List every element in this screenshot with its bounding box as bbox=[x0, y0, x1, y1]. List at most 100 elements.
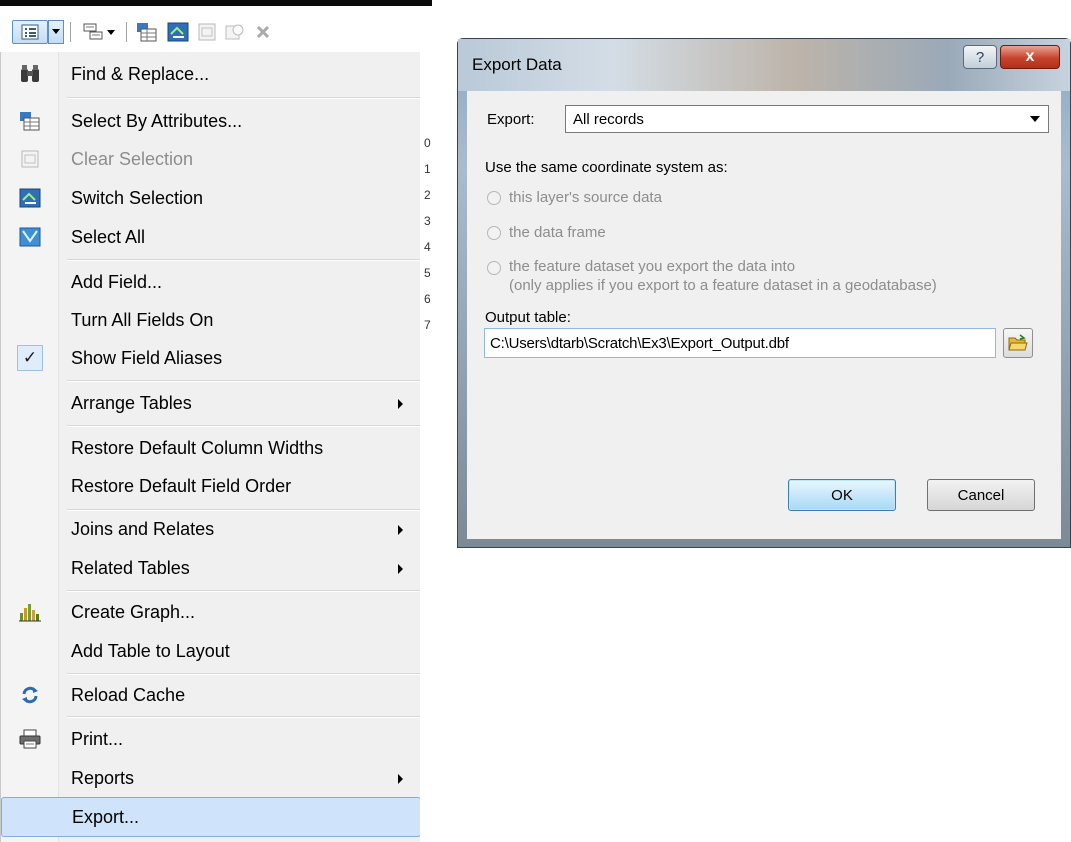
select-all-icon bbox=[19, 227, 41, 247]
background-row-id: 3 bbox=[424, 214, 431, 228]
menu-item-arrange-tables[interactable]: Arrange Tables bbox=[1, 384, 421, 422]
toolbar-separator bbox=[126, 22, 127, 42]
close-button[interactable]: x bbox=[1000, 45, 1060, 69]
menu-item-add-field[interactable]: Add Field... bbox=[1, 263, 421, 301]
menu-item-label: Restore Default Field Order bbox=[71, 475, 292, 496]
menu-item-label: Switch Selection bbox=[71, 187, 204, 208]
menu-item-find-replace[interactable]: Find & Replace... bbox=[1, 55, 421, 93]
switch-selection-button[interactable] bbox=[163, 19, 193, 45]
submenu-arrow-icon bbox=[398, 564, 403, 574]
table-toolbar bbox=[0, 0, 432, 44]
background-row-id: 4 bbox=[424, 240, 431, 254]
related-tables-button[interactable] bbox=[78, 19, 120, 45]
menu-item-add-table-to-layout[interactable]: Add Table to Layout bbox=[1, 632, 421, 670]
background-row-id: 1 bbox=[424, 162, 431, 176]
clear-selection-icon bbox=[198, 23, 216, 41]
menu-item-print[interactable]: Print... bbox=[1, 720, 421, 758]
menu-item-label: Select By Attributes... bbox=[71, 110, 243, 131]
menu-item-create-graph[interactable]: Create Graph... bbox=[1, 593, 421, 631]
menu-item-export[interactable]: Export... bbox=[1, 797, 421, 837]
export-label: Export: bbox=[487, 111, 535, 128]
select-by-attributes-button[interactable] bbox=[132, 19, 162, 45]
menu-item-label: Find & Replace... bbox=[71, 63, 210, 84]
export-data-dialog: Export Data ? x Export: All records Use … bbox=[457, 38, 1071, 548]
check-mark-icon: ✓ bbox=[17, 345, 43, 371]
menu-separator bbox=[67, 380, 421, 382]
radio-data-frame bbox=[487, 226, 501, 240]
dialog-body: Export: All records Use the same coordin… bbox=[467, 91, 1061, 539]
menu-separator bbox=[67, 259, 421, 261]
table-options-dropdown[interactable] bbox=[48, 20, 64, 44]
menu-item-label: Related Tables bbox=[71, 557, 190, 578]
dropdown-arrow-icon bbox=[52, 29, 60, 34]
radio-data-frame-label: the data frame bbox=[509, 224, 606, 241]
menu-item-related-tables[interactable]: Related Tables bbox=[1, 549, 421, 587]
menu-item-restore-column-widths[interactable]: Restore Default Column Widths bbox=[1, 429, 421, 467]
zoom-to-selected-button bbox=[221, 19, 249, 45]
menu-item-select-by-attributes[interactable]: Select By Attributes... bbox=[1, 102, 421, 140]
menu-item-label: Restore Default Column Widths bbox=[71, 437, 324, 458]
binoculars-icon bbox=[21, 65, 39, 82]
open-folder-icon bbox=[1008, 334, 1028, 351]
menu-item-reports[interactable]: Reports bbox=[1, 759, 421, 797]
background-row-id: 5 bbox=[424, 266, 431, 280]
table-options-button[interactable] bbox=[12, 20, 48, 44]
ok-button[interactable]: OK bbox=[788, 479, 896, 511]
bar-graph-icon bbox=[19, 604, 41, 622]
switch-selection-icon bbox=[19, 188, 41, 208]
menu-item-switch-selection[interactable]: Switch Selection bbox=[1, 179, 421, 217]
menu-item-label: Add Field... bbox=[71, 271, 163, 292]
export-records-select[interactable]: All records bbox=[565, 105, 1049, 133]
printer-icon bbox=[19, 729, 41, 749]
background-row-id: 0 bbox=[424, 136, 431, 150]
menu-item-select-all[interactable]: Select All bbox=[1, 218, 421, 256]
table-options-menu: Find & Replace... Select By Attributes..… bbox=[0, 52, 433, 842]
browse-button[interactable] bbox=[1003, 328, 1033, 358]
delete-selected-icon bbox=[256, 25, 270, 39]
menu-item-clear-selection: Clear Selection bbox=[1, 140, 421, 178]
menu-item-label: Arrange Tables bbox=[71, 392, 192, 413]
clear-selection-button bbox=[193, 19, 221, 45]
dialog-title: Export Data bbox=[472, 55, 562, 74]
table-options-icon bbox=[21, 24, 39, 40]
switch-selection-icon bbox=[167, 22, 189, 42]
help-button[interactable]: ? bbox=[963, 45, 997, 69]
cancel-button[interactable]: Cancel bbox=[927, 479, 1035, 511]
menu-item-restore-field-order[interactable]: Restore Default Field Order bbox=[1, 467, 421, 505]
delete-selected-button bbox=[249, 19, 277, 45]
menu-item-label: Reload Cache bbox=[71, 684, 186, 705]
radio-feature-dataset-note: (only applies if you export to a feature… bbox=[509, 277, 937, 294]
toolbar-top-border bbox=[0, 0, 432, 6]
menu-item-label: Create Graph... bbox=[71, 601, 196, 622]
clear-selection-icon bbox=[21, 150, 39, 168]
toolbar-separator bbox=[70, 22, 71, 42]
select-by-attributes-icon bbox=[20, 112, 40, 131]
output-table-input[interactable]: C:\Users\dtarb\Scratch\Ex3\Export_Output… bbox=[484, 328, 996, 358]
menu-item-label: Clear Selection bbox=[71, 148, 194, 169]
reload-icon bbox=[22, 686, 38, 704]
menu-item-label: Print... bbox=[71, 728, 124, 749]
menu-item-turn-all-fields-on[interactable]: Turn All Fields On bbox=[1, 301, 421, 339]
chevron-down-icon bbox=[1030, 116, 1040, 122]
radio-feature-dataset-label: the feature dataset you export the data … bbox=[509, 258, 796, 275]
menu-separator bbox=[67, 425, 421, 427]
dialog-title-bar[interactable]: Export Data ? x bbox=[458, 39, 1070, 91]
output-table-path: C:\Users\dtarb\Scratch\Ex3\Export_Output… bbox=[490, 335, 789, 352]
menu-separator bbox=[67, 590, 421, 592]
menu-separator bbox=[67, 716, 421, 718]
menu-item-label: Joins and Relates bbox=[71, 518, 215, 539]
menu-item-show-field-aliases[interactable]: ✓ Show Field Aliases bbox=[1, 339, 421, 377]
radio-feature-dataset bbox=[487, 261, 501, 275]
related-tables-icon bbox=[83, 23, 115, 40]
export-records-value: All records bbox=[573, 111, 644, 128]
background-row-id: 2 bbox=[424, 188, 431, 202]
menu-item-reload-cache[interactable]: Reload Cache bbox=[1, 676, 421, 714]
menu-item-label: Export... bbox=[72, 806, 140, 827]
radio-layer-source-data-label: this layer's source data bbox=[509, 189, 662, 206]
output-table-label: Output table: bbox=[485, 309, 571, 326]
zoom-to-selected-icon bbox=[225, 24, 244, 40]
menu-item-label: Show Field Aliases bbox=[71, 347, 223, 368]
background-row-id: 7 bbox=[424, 318, 431, 332]
menu-item-label: Select All bbox=[71, 226, 146, 247]
menu-item-joins-and-relates[interactable]: Joins and Relates bbox=[1, 510, 421, 548]
